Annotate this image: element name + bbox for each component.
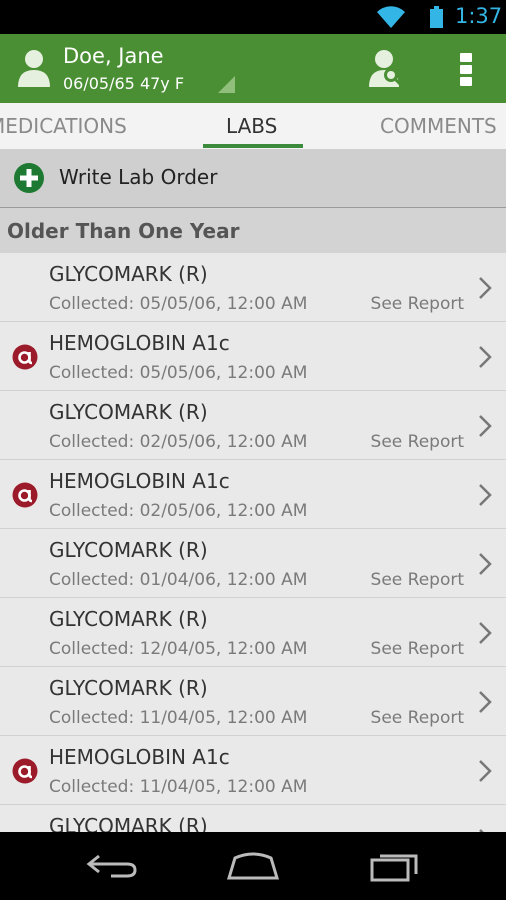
chevron-right-icon: [479, 622, 492, 644]
chevron-right-icon: [479, 760, 492, 782]
lab-test-name: GLYCOMARK (R): [49, 538, 208, 562]
tab-comments[interactable]: COMMENTS: [380, 114, 497, 138]
lab-result-row[interactable]: HEMOGLOBIN A1c Collected: 02/05/06, 12:00…: [0, 460, 506, 529]
add-circle-icon: [14, 163, 44, 193]
lab-result-row[interactable]: GLYCOMARK (R): [0, 805, 506, 832]
write-lab-order-button[interactable]: Write Lab Order: [0, 149, 506, 208]
chevron-right-icon: [479, 691, 492, 713]
status-bar: 1:37: [0, 0, 506, 34]
chevron-right-icon: [479, 415, 492, 437]
patient-search-icon[interactable]: [367, 49, 407, 89]
tab-indicator: [203, 144, 303, 148]
lab-result-row[interactable]: HEMOGLOBIN A1c Collected: 11/04/05, 12:00…: [0, 736, 506, 805]
person-icon: [18, 50, 50, 87]
back-icon[interactable]: [83, 848, 143, 884]
lab-test-name: GLYCOMARK (R): [49, 262, 208, 286]
navigation-bar: [0, 832, 506, 900]
see-report-link[interactable]: See Report: [371, 570, 464, 590]
lab-test-name: GLYCOMARK (R): [49, 814, 208, 832]
recent-apps-icon[interactable]: [364, 848, 424, 884]
collected-date: Collected: 01/04/06, 12:00 AM: [49, 570, 308, 590]
home-icon[interactable]: [223, 848, 283, 884]
lab-result-row[interactable]: GLYCOMARK (R) Collected: 11/04/05, 12:00 …: [0, 667, 506, 736]
chevron-right-icon: [479, 346, 492, 368]
abnormal-flag-icon: [12, 344, 38, 370]
collected-date: Collected: 02/05/06, 12:00 AM: [49, 432, 308, 452]
tab-bar: MEDICATIONS LABS COMMENTS: [0, 103, 506, 150]
lab-test-name: HEMOGLOBIN A1c: [49, 745, 230, 769]
collected-date: Collected: 11/04/05, 12:00 AM: [49, 777, 308, 797]
collected-date: Collected: 12/04/05, 12:00 AM: [49, 639, 308, 659]
collected-date: Collected: 05/05/06, 12:00 AM: [49, 363, 308, 383]
lab-test-name: GLYCOMARK (R): [49, 607, 208, 631]
tab-labs[interactable]: LABS: [226, 114, 277, 138]
collected-date: Collected: 11/04/05, 12:00 AM: [49, 708, 308, 728]
patient-name: Doe, Jane: [63, 44, 164, 68]
lab-result-row[interactable]: HEMOGLOBIN A1c Collected: 05/05/06, 12:00…: [0, 322, 506, 391]
abnormal-flag-icon: [12, 482, 38, 508]
battery-icon: [430, 6, 443, 28]
section-header: Older Than One Year: [0, 208, 506, 253]
see-report-link[interactable]: See Report: [371, 294, 464, 314]
lab-result-row[interactable]: GLYCOMARK (R) Collected: 01/04/06, 12:00 …: [0, 529, 506, 598]
lab-result-row[interactable]: GLYCOMARK (R) Collected: 05/05/06, 12:00 …: [0, 253, 506, 322]
patient-demographics: 06/05/65 47y F: [63, 74, 185, 93]
overflow-menu-icon[interactable]: [455, 50, 477, 88]
dropdown-indicator-icon[interactable]: [218, 76, 235, 93]
collected-date: Collected: 02/05/06, 12:00 AM: [49, 501, 308, 521]
lab-result-row[interactable]: GLYCOMARK (R) Collected: 12/04/05, 12:00 …: [0, 598, 506, 667]
lab-test-name: HEMOGLOBIN A1c: [49, 469, 230, 493]
lab-test-name: GLYCOMARK (R): [49, 676, 208, 700]
see-report-link[interactable]: See Report: [371, 432, 464, 452]
chevron-right-icon: [479, 277, 492, 299]
collected-date: Collected: 05/05/06, 12:00 AM: [49, 294, 308, 314]
see-report-link[interactable]: See Report: [371, 639, 464, 659]
see-report-link[interactable]: See Report: [371, 708, 464, 728]
chevron-right-icon: [479, 484, 492, 506]
section-title: Older Than One Year: [7, 219, 240, 243]
tab-medications[interactable]: MEDICATIONS: [0, 114, 127, 138]
status-time: 1:37: [455, 4, 503, 28]
lab-test-name: HEMOGLOBIN A1c: [49, 331, 230, 355]
chevron-right-icon: [479, 553, 492, 575]
patient-header[interactable]: Doe, Jane 06/05/65 47y F: [0, 34, 506, 103]
lab-list[interactable]: GLYCOMARK (R) Collected: 05/05/06, 12:00 …: [0, 253, 506, 832]
lab-result-row[interactable]: GLYCOMARK (R) Collected: 02/05/06, 12:00 …: [0, 391, 506, 460]
lab-test-name: GLYCOMARK (R): [49, 400, 208, 424]
wifi-icon: [377, 6, 405, 29]
write-lab-order-label: Write Lab Order: [59, 165, 218, 189]
abnormal-flag-icon: [12, 758, 38, 784]
